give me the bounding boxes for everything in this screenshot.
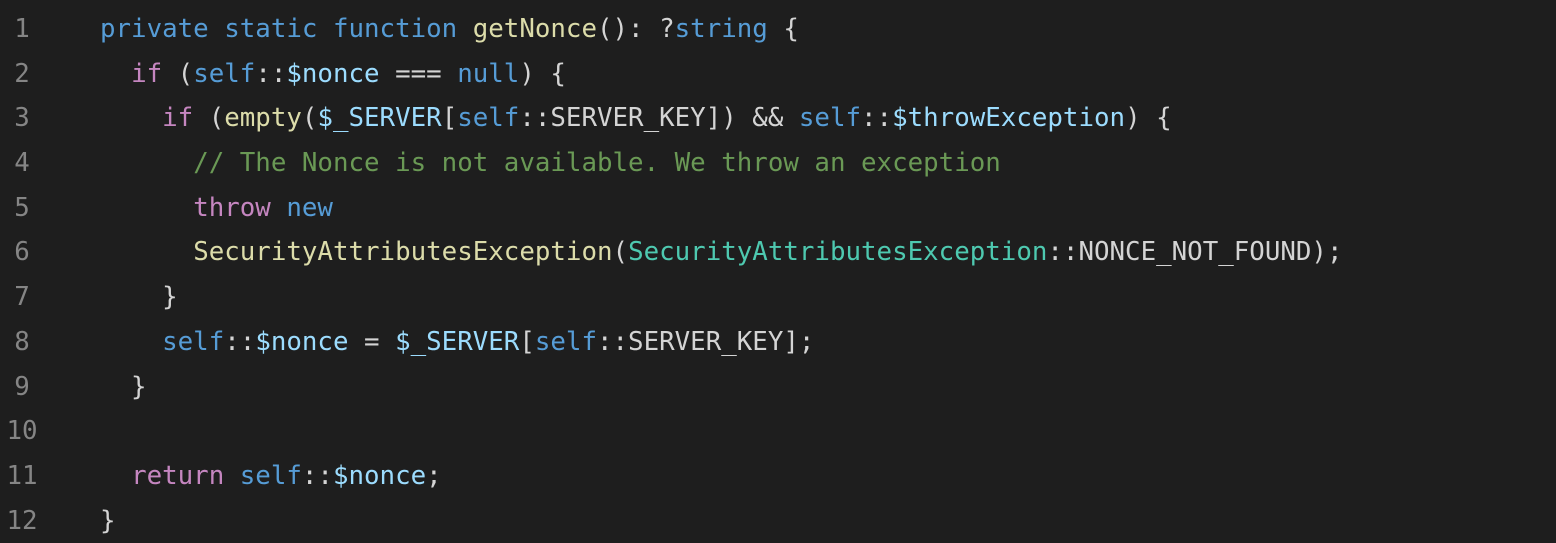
line-number: 5 bbox=[14, 192, 30, 223]
code-token: $_SERVER bbox=[317, 103, 442, 134]
code-token: ( bbox=[612, 237, 629, 268]
code-token: throw bbox=[193, 192, 271, 223]
line-number: 9 bbox=[14, 371, 30, 402]
code-token: ( bbox=[162, 58, 194, 89]
code-token: ::SERVER_KEY]) && bbox=[519, 103, 799, 134]
code-text: if (empty($_SERVER[self::SERVER_KEY]) &&… bbox=[100, 96, 1172, 141]
code-line[interactable]: 11 return self::$nonce; bbox=[0, 454, 1556, 499]
code-token: private bbox=[100, 14, 209, 44]
code-token: ; bbox=[426, 460, 442, 491]
code-token: $_SERVER bbox=[395, 326, 520, 357]
line-number: 2 bbox=[14, 58, 30, 89]
code-token: $nonce bbox=[332, 460, 427, 491]
code-text: SecurityAttributesException(SecurityAttr… bbox=[100, 230, 1343, 275]
code-token: $nonce bbox=[255, 326, 349, 357]
code-line[interactable]: 7 } bbox=[0, 275, 1556, 320]
code-line[interactable]: 6 SecurityAttributesException(SecurityAt… bbox=[0, 230, 1556, 275]
code-token: SecurityAttributesException bbox=[628, 237, 1048, 268]
code-line[interactable]: 4 // The Nonce is not available. We thro… bbox=[0, 141, 1556, 186]
code-token: } bbox=[100, 371, 147, 402]
line-number: 8 bbox=[14, 326, 30, 357]
code-token: if bbox=[162, 103, 194, 134]
code-token: ::NONCE_NOT_FOUND); bbox=[1047, 237, 1343, 268]
code-line[interactable]: 2 if (self::$nonce === null) { bbox=[0, 52, 1556, 97]
code-token: ) { bbox=[519, 58, 566, 89]
code-token: if bbox=[131, 58, 163, 89]
code-text: self::$nonce = $_SERVER[self::SERVER_KEY… bbox=[100, 320, 814, 365]
code-text: // The Nonce is not available. We throw … bbox=[100, 141, 1001, 186]
line-number: 6 bbox=[14, 237, 30, 268]
code-text: } bbox=[100, 275, 178, 320]
line-number: 7 bbox=[14, 282, 30, 313]
code-text: return self::$nonce; bbox=[100, 454, 442, 499]
code-text: private static function getNonce(): ?str… bbox=[100, 7, 799, 52]
code-token: :: bbox=[301, 460, 333, 491]
code-token: [ bbox=[441, 103, 458, 134]
line-number: 11 bbox=[6, 460, 38, 491]
line-number: 1 bbox=[14, 14, 30, 44]
code-text: if (self::$nonce === null) { bbox=[100, 52, 566, 97]
code-line[interactable]: 1 private static function getNonce(): ?st… bbox=[0, 7, 1556, 52]
code-token: === bbox=[379, 58, 458, 89]
line-number: 10 bbox=[6, 416, 38, 447]
code-token: self bbox=[798, 103, 862, 134]
line-number: 3 bbox=[14, 103, 30, 134]
code-editor[interactable]: 1 private static function getNonce(): ?st… bbox=[0, 7, 1556, 543]
line-number: 12 bbox=[6, 505, 38, 536]
code-token: $nonce bbox=[286, 58, 380, 89]
code-token: self bbox=[457, 103, 520, 134]
code-token: } bbox=[100, 282, 178, 313]
code-token: self bbox=[162, 326, 225, 357]
code-token: = bbox=[348, 326, 396, 357]
code-text: } bbox=[100, 365, 147, 410]
code-token: :: bbox=[861, 103, 893, 134]
code-token: :: bbox=[224, 326, 256, 357]
code-token: [ bbox=[519, 326, 535, 357]
code-token: static bbox=[224, 14, 318, 44]
code-line[interactable]: 9 } bbox=[0, 365, 1556, 410]
code-token: SecurityAttributesException bbox=[193, 237, 613, 268]
code-token: null bbox=[457, 58, 520, 89]
code-token: ) { bbox=[1125, 103, 1172, 134]
code-line[interactable]: 12} bbox=[0, 499, 1556, 543]
code-token: self bbox=[239, 460, 302, 491]
code-text: throw new bbox=[100, 186, 333, 231]
code-token: getNonce bbox=[472, 14, 597, 44]
code-token: self bbox=[193, 58, 256, 89]
code-token: } bbox=[100, 505, 116, 536]
code-token: (): ? bbox=[597, 14, 675, 44]
code-token: return bbox=[131, 460, 225, 491]
code-token: ( bbox=[193, 103, 225, 134]
code-token: ::SERVER_KEY]; bbox=[597, 326, 815, 357]
code-token: self bbox=[534, 326, 597, 357]
code-line[interactable]: 8 self::$nonce = $_SERVER[self::SERVER_K… bbox=[0, 320, 1556, 365]
code-token: empty bbox=[224, 103, 302, 134]
code-line[interactable]: 10 bbox=[0, 409, 1556, 454]
code-token: { bbox=[767, 14, 799, 44]
code-token: string bbox=[674, 14, 768, 44]
code-token: :: bbox=[255, 58, 287, 89]
code-line[interactable]: 5 throw new bbox=[0, 186, 1556, 231]
code-token: new bbox=[286, 192, 333, 223]
code-token: ( bbox=[301, 103, 318, 134]
line-number: 4 bbox=[14, 148, 30, 179]
code-text: } bbox=[100, 499, 116, 543]
code-token: function bbox=[332, 14, 458, 44]
code-line[interactable]: 3 if (empty($_SERVER[self::SERVER_KEY]) … bbox=[0, 96, 1556, 141]
code-token: // The Nonce is not available. We throw … bbox=[193, 148, 1001, 179]
code-token: $throwException bbox=[892, 103, 1126, 134]
